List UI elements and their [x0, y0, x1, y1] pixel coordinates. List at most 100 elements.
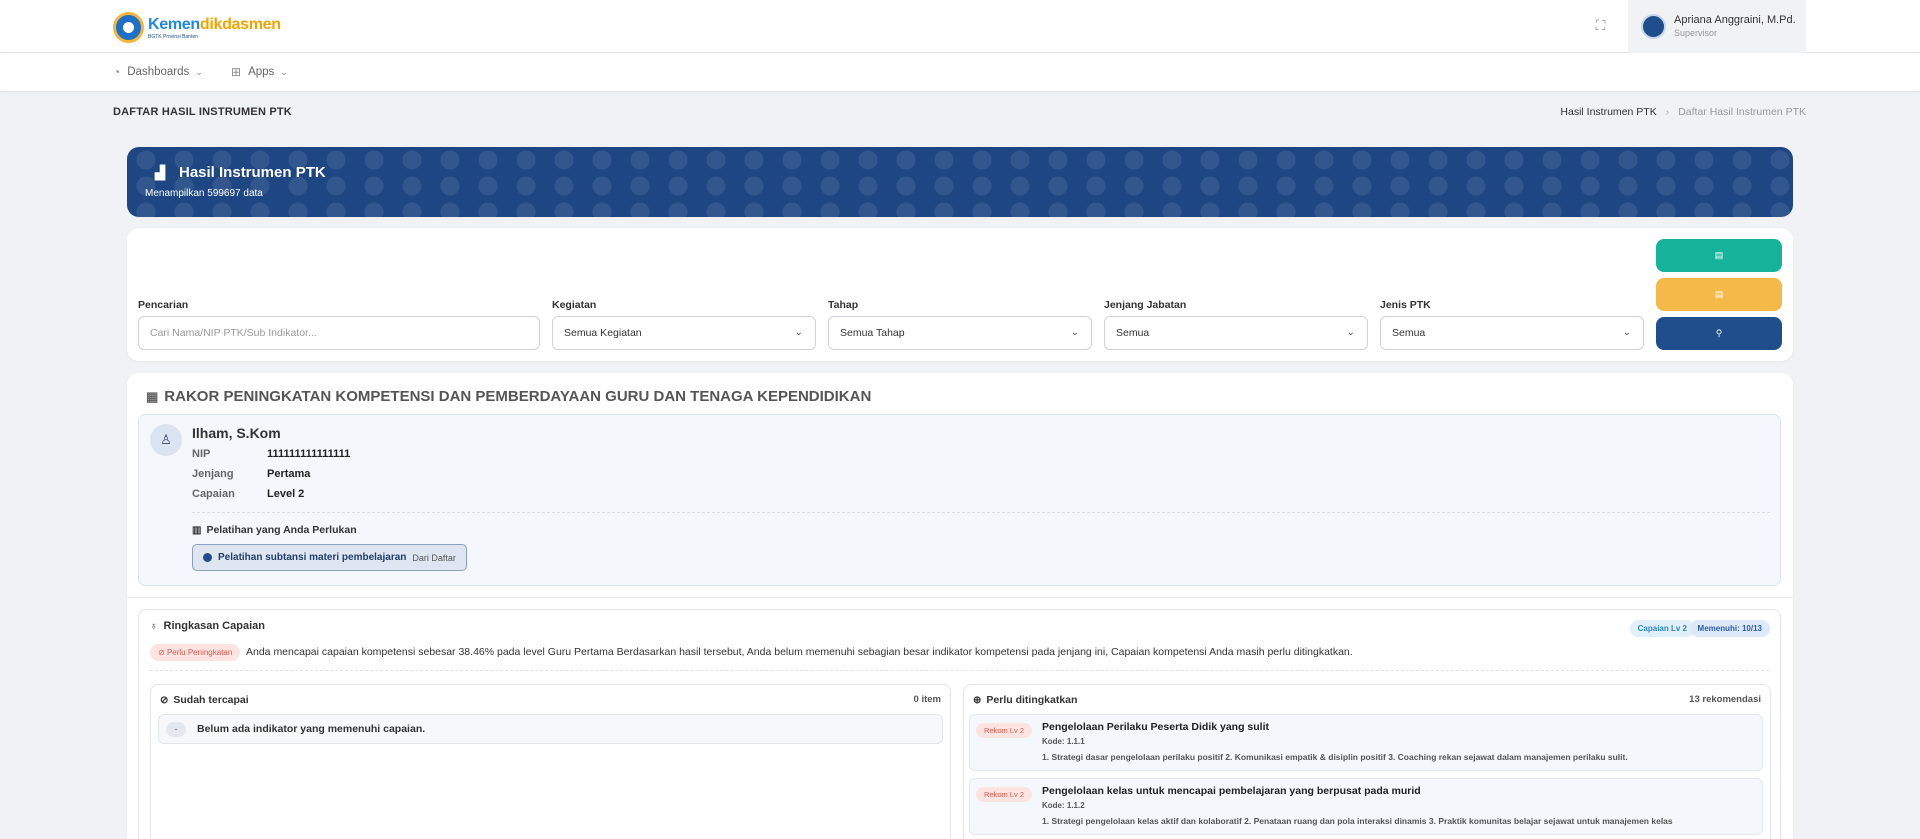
check-circle-icon: ⊘ — [160, 694, 169, 706]
warning-badge: ⊘ Perlu Peningkatan — [150, 644, 241, 661]
user-name: Apriana Anggraini, M.Pd. — [1674, 14, 1796, 26]
chevron-down-icon: ⌄ — [1346, 327, 1355, 338]
training-title: Pelatihan yang Anda Perlukan — [206, 524, 357, 536]
search-label: Pencarian — [138, 299, 189, 311]
apps-grid-icon: ⊞ — [231, 65, 242, 79]
rec-title: Pengelolaan kelas untuk mencapai pembela… — [1042, 785, 1421, 797]
ptk-name: Ilham, S.Kom — [192, 425, 281, 441]
filter-card: Pencarian Cari Nama/NIP PTK/Sub Indikato… — [127, 228, 1793, 361]
jenis-label: Jenis PTK — [1380, 299, 1431, 311]
chevron-down-icon: ⌄ — [280, 66, 288, 77]
warning-label: Perlu Peningkatan — [166, 648, 233, 657]
page-title: DAFTAR HASIL INSTRUMEN PTK — [113, 106, 292, 118]
hero-banner: ▟ Hasil Instrumen PTK Menampilkan 599697… — [127, 147, 1793, 217]
kegiatan-select[interactable]: Semua Kegiatan ⌄ — [552, 316, 816, 350]
divider — [192, 512, 1770, 513]
ptk-profile: ♙ Ilham, S.Kom NIP 111111111111111 Jenja… — [138, 414, 1781, 586]
nav-apps[interactable]: ⊞ Apps ⌄ — [231, 65, 288, 79]
tahap-label: Tahap — [828, 299, 859, 311]
chart-icon: ▟ — [155, 164, 165, 180]
jenjang-value: Semua — [1116, 327, 1150, 339]
logo-name-part-1: Kemen — [148, 15, 200, 33]
search-icon: ⚲ — [1715, 328, 1723, 338]
nav-dashboards[interactable]: ◔ Dashboards ⌄ — [113, 65, 203, 79]
rec-title: Pengelolaan Perilaku Peserta Didik yang … — [1042, 721, 1270, 733]
result-card: ▦ RAKOR PENINGKATAN KOMPETENSI DAN PEMBE… — [127, 373, 1793, 839]
improve-count: 13 rekomendasi — [1689, 694, 1761, 705]
divider — [150, 670, 1769, 671]
memenuhi-chip: Memenuhi: 10/13 — [1689, 620, 1770, 637]
kegiatan-label: Kegiatan — [552, 299, 597, 311]
nip-value: 111111111111111 — [267, 448, 351, 460]
jenis-select[interactable]: Semua ⌄ — [1380, 316, 1644, 350]
achieved-count: 0 item — [913, 694, 941, 705]
rec-desc: 1. Strategi dasar pengelolaan perilaku p… — [1042, 752, 1628, 762]
capaian-label: Capaian — [192, 488, 235, 500]
improve-title: Perlu ditingkatkan — [986, 694, 1078, 706]
plus-circle-icon: ⊕ — [973, 694, 982, 706]
nav-dashboards-label: Dashboards — [127, 66, 190, 78]
chevron-down-icon: ⌄ — [195, 66, 203, 77]
app-logo[interactable]: Kemendikdasmen BGTK Provinsi Banten — [113, 12, 281, 43]
file-pdf-icon: ▤ — [1714, 289, 1724, 299]
lightbulb-icon: ♁ — [150, 620, 158, 632]
export-excel-button[interactable]: ▤ — [1656, 239, 1782, 272]
jenis-value: Semua — [1392, 327, 1426, 339]
search-button[interactable]: ⚲ — [1656, 317, 1782, 350]
rec-desc: 1. Strategi pengelolaan kelas aktif dan … — [1042, 816, 1673, 826]
top-bar: Kemendikdasmen BGTK Provinsi Banten ⛶ Ap… — [0, 0, 1920, 53]
nav-apps-label: Apps — [248, 66, 275, 78]
divider — [127, 597, 1793, 598]
tahap-select[interactable]: Semua Tahap ⌄ — [828, 316, 1092, 350]
list-item: - Belum ada indikator yang memenuhi capa… — [158, 714, 943, 744]
info-icon — [203, 553, 212, 562]
file-excel-icon: ▤ — [1714, 250, 1724, 260]
avatar — [1641, 14, 1666, 39]
nav-bar: ◔ Dashboards ⌄ ⊞ Apps ⌄ — [0, 53, 1920, 91]
training-item: Pelatihan subtansi materi pembelajaran — [218, 552, 407, 563]
rec-code: Kode: 1.1.1 — [1042, 737, 1085, 746]
breadcrumb: Hasil Instrumen PTK › Daftar Hasil Instr… — [1560, 106, 1806, 118]
chevron-down-icon: ⌄ — [1070, 327, 1079, 338]
breadcrumb-current: Daftar Hasil Instrumen PTK — [1678, 106, 1806, 118]
jenjang-select[interactable]: Semua ⌄ — [1104, 316, 1368, 350]
breadcrumb-link[interactable]: Hasil Instrumen PTK — [1560, 106, 1656, 118]
level-badge: Rekom Lv 2 — [976, 723, 1033, 738]
export-pdf-button[interactable]: ▤ — [1656, 278, 1782, 311]
achieved-panel: ⊘ Sudah tercapai 0 item - Belum ada indi… — [150, 684, 951, 839]
empty-marker: - — [166, 721, 186, 737]
chevron-right-icon: › — [1665, 106, 1670, 118]
user-role: Supervisor — [1674, 28, 1718, 38]
dashboard-icon: ◔ — [113, 65, 121, 79]
rec-code: Kode: 1.1.2 — [1042, 801, 1085, 810]
improve-panel: ⊕ Perlu ditingkatkan 13 rekomendasi Reko… — [963, 684, 1771, 839]
jenjang-value: Pertama — [267, 468, 311, 480]
chevron-down-icon: ⌄ — [1622, 327, 1631, 338]
tahap-value: Semua Tahap — [840, 327, 905, 339]
jenjang-label: Jenjang Jabatan — [1104, 299, 1187, 311]
level-badge: Rekom Lv 2 — [976, 787, 1033, 802]
list-item[interactable]: Rekom Lv 2 Pengelolaan Perilaku Peserta … — [969, 714, 1763, 771]
alert-icon: ⊘ — [158, 648, 167, 657]
logo-subtitle: BGTK Provinsi Banten — [148, 33, 199, 40]
empty-text: Belum ada indikator yang memenuhi capaia… — [197, 723, 426, 735]
list-item[interactable]: Rekom Lv 2 Pengelolaan kelas untuk menca… — [969, 778, 1763, 835]
capaian-chip: Capaian Lv 2 — [1629, 620, 1695, 637]
fullscreen-icon[interactable]: ⛶ — [1593, 18, 1608, 33]
jenjang-label: Jenjang — [192, 468, 234, 480]
achieved-title: Sudah tercapai — [173, 694, 249, 706]
summary-title: Ringkasan Capaian — [163, 620, 265, 632]
kegiatan-value: Semua Kegiatan — [564, 327, 642, 339]
summary-panel: ♁ Ringkasan Capaian Capaian Lv 2 Memenuh… — [138, 609, 1781, 839]
training-badge[interactable]: Pelatihan subtansi materi pembelajaran D… — [192, 544, 467, 571]
user-icon: ♙ — [150, 424, 182, 456]
summary-text: Anda mencapai capaian kompetensi sebesar… — [246, 646, 1353, 658]
emblem-icon — [113, 12, 144, 43]
nip-label: NIP — [192, 448, 211, 460]
search-input[interactable]: Cari Nama/NIP PTK/Sub Indikator... — [138, 316, 540, 350]
hero-subtitle: Menampilkan 599697 data — [145, 188, 263, 199]
user-menu[interactable]: Apriana Anggraini, M.Pd. Supervisor — [1628, 0, 1806, 53]
logo-name-part-2: dikdasmen — [199, 15, 281, 33]
hero-title: Hasil Instrumen PTK — [179, 164, 326, 181]
book-icon: ▥ — [192, 524, 202, 536]
